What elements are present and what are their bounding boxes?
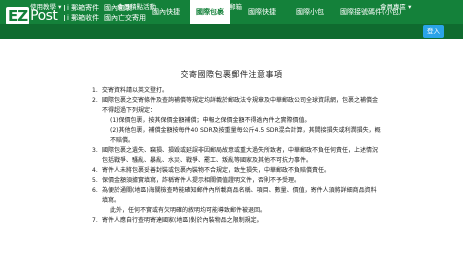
sub-nav [0, 24, 463, 39]
login-button[interactable]: 登入 [423, 25, 444, 38]
note-text: 國際包裹之遺失、竊損、損毀或延誤非因郵局故意或重大過失所致者，中華郵政不負任何責… [102, 147, 379, 164]
nav-mailbox-receive[interactable]: i 郵箱收件 [64, 13, 99, 23]
note-text: 寄件人未將包裹妥善封裝或包裹內裝物不合規定，致生損失，中華郵政不負賠償責任。 [102, 167, 331, 174]
sub-member-points[interactable]: 會員積點活動 [117, 0, 156, 15]
nav-mailbox-send[interactable]: i 郵箱寄件 [64, 3, 99, 13]
note-item: 5. 保價金額須據實填寫，詐稱寄件人提示相關價值證明文件，否則不予受理。 [92, 176, 382, 186]
logo-mark: EZ [6, 7, 30, 25]
note-text: 為便於通關(地區)海關檢查時能確知郵件內所載商品名稱、項目、數量、價值，寄件人須… [102, 187, 377, 204]
nav-international-express[interactable]: 國際快捷 [242, 0, 282, 24]
sub-member-area-label: 會員專區 [380, 3, 406, 11]
sub-usage-guide[interactable]: 使用教學 ▾ [30, 0, 61, 15]
note-item: 6. 為便於通關(地區)海關檢查時能確知郵件內所載商品名稱、項目、數量、價值，寄件… [92, 186, 382, 206]
note-item: (2)其他包裹，補償金額按每件40 SDR及按重量每公斤4.5 SDR混合計算，… [92, 126, 382, 146]
page-title: 交寄國際包裹郵件注意事項 [180, 70, 283, 79]
note-text: (2)其他包裹，補償金額按每件40 SDR及按重量每公斤4.5 SDR混合計算，… [110, 127, 381, 144]
note-number: 6. [92, 187, 98, 194]
note-text: (1)保價包裹，按其保價金額補償；申報之保價金額不得逾內件之實際價值。 [110, 117, 311, 124]
sub-usage-guide-label: 使用教學 [30, 3, 56, 11]
sub-mailbox-station[interactable]: 郵站 i 郵箱 [210, 0, 242, 15]
note-number: 2. [92, 97, 98, 104]
note-text: 此外，任何不實或有欠明確的敘明均可能導致郵件被退回。 [110, 207, 267, 214]
note-item: 3. 國際包裹之遺失、竊損、損毀或延誤非因郵局故意或重大過失所致者，中華郵政不負任… [92, 146, 382, 166]
nav-international-small[interactable]: 國際小包 [290, 0, 330, 24]
note-text: 國際包裹之交寄條件及查詢補償等規定均詳載於郵政法令規章及中華郵政公司全球資訊網，… [102, 97, 379, 114]
sub-member-area[interactable]: 會員專區 ▾ [380, 0, 411, 15]
notes-list: 1. 交寄資料請以英文登打。 2. 國際包裹之交寄條件及查詢補償等規定均詳載於郵政法令… [92, 86, 382, 226]
note-text: 寄件人應自行查明寄達國家(地區)對於內裝物品之限制規定。 [102, 217, 263, 224]
note-text: 交寄資料請以英文登打。 [102, 87, 169, 94]
note-item: 4. 寄件人未將包裹妥善封裝或包裹內裝物不合規定，致生損失，中華郵政不負賠償責任。 [92, 166, 382, 176]
note-item: (1)保價包裹，按其保價金額補償；申報之保價金額不得逾內件之實際價值。 [92, 116, 382, 126]
note-item: 7. 寄件人應自行查明寄達國家(地區)對於內裝物品之限制規定。 [92, 216, 382, 226]
note-number: 4. [92, 167, 98, 174]
nav-group-mailbox[interactable]: i 郵箱寄件 i 郵箱收件 [64, 3, 99, 23]
note-number: 3. [92, 147, 98, 154]
note-item: 此外，任何不實或有欠明確的敘明均可能導致郵件被退回。 [92, 206, 382, 216]
note-number: 1. [92, 87, 98, 94]
note-number: 5. [92, 177, 98, 184]
note-item: 1. 交寄資料請以英文登打。 [92, 86, 382, 96]
chevron-down-icon: ▾ [56, 3, 62, 11]
note-text: 保價金額須據實填寫，詐稱寄件人提示相關價值證明文件，否則不予受理。 [102, 177, 301, 184]
note-number: 7. [92, 217, 98, 224]
chevron-down-icon: ▾ [406, 3, 412, 11]
note-item: 2. 國際包裹之交寄條件及查詢補償等規定均詳載於郵政法令規章及中華郵政公司全球資訊… [92, 96, 382, 116]
